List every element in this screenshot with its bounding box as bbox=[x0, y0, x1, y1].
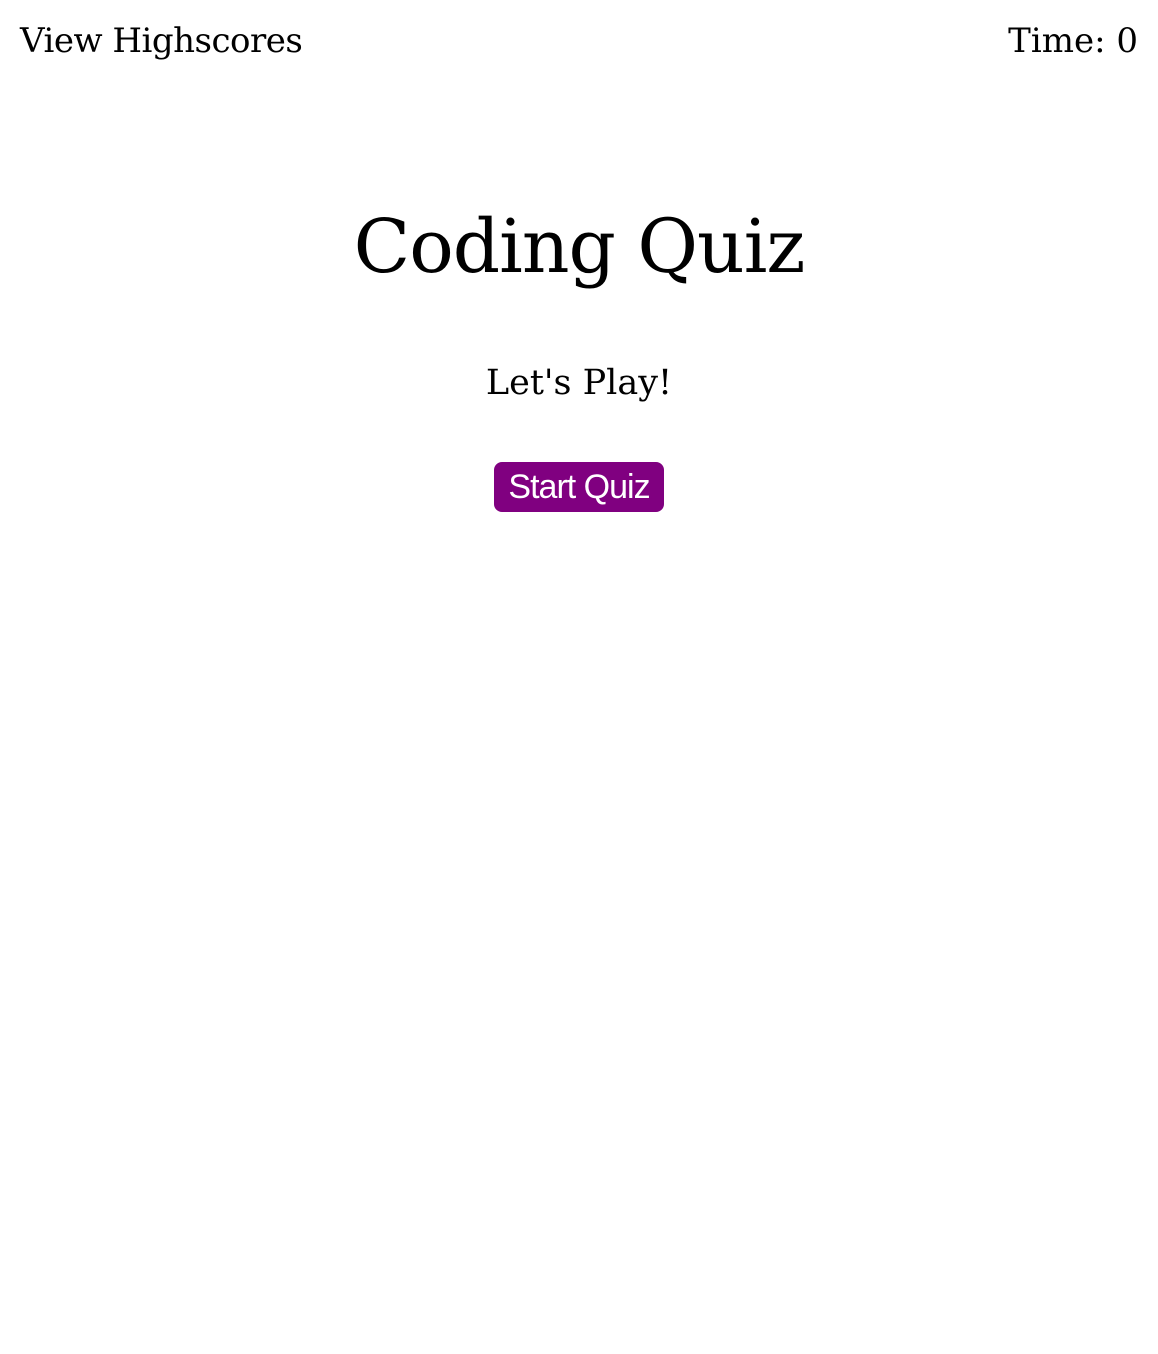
view-highscores-link[interactable]: View Highscores bbox=[20, 18, 303, 64]
page-subtitle: Let's Play! bbox=[485, 363, 673, 403]
page-title: Coding Quiz bbox=[353, 204, 806, 290]
timer-value: 0 bbox=[1116, 21, 1138, 61]
timer: Time: 0 bbox=[1008, 18, 1138, 64]
start-quiz-button[interactable]: Start Quiz bbox=[494, 462, 664, 512]
timer-label: Time: bbox=[1008, 21, 1106, 61]
